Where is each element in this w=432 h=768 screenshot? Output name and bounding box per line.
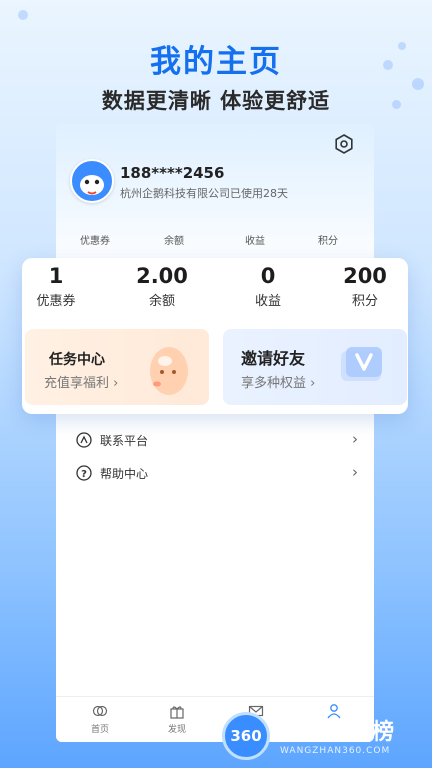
tab-label: 发现 [167, 725, 186, 735]
mini-stats-row: 优惠券 余额 收益 积分 [56, 232, 374, 248]
penguin-icon [73, 162, 111, 200]
gift-icon [170, 706, 184, 719]
card-subtitle: 充值享福利 › [44, 376, 119, 391]
settings-icon[interactable] [334, 134, 354, 154]
menu-item-contact[interactable]: 联系平台 › [76, 430, 358, 452]
home-icon [92, 705, 108, 717]
user-org: 杭州企鹅科技有限公司已使用28天 [120, 187, 288, 200]
watermark-text: 网站排行榜 [280, 720, 396, 745]
stat-coupons[interactable]: 1 优惠券 [18, 264, 94, 309]
stat-value: 2.00 [136, 264, 188, 288]
chevron-right-icon: › [352, 463, 358, 481]
stat-points[interactable]: 200 积分 [327, 264, 403, 309]
mini-stat-label: 优惠券 [80, 236, 110, 247]
stat-label: 余额 [148, 294, 175, 309]
watermark-url: WANGZHAN360.COM [280, 746, 391, 756]
mini-stat-label: 积分 [318, 236, 338, 247]
page-headline: 我的主页 [150, 44, 282, 80]
decor-dot [18, 10, 28, 20]
stat-value: 200 [343, 264, 387, 288]
tab-home[interactable]: 首页 [80, 703, 120, 735]
stat-label: 收益 [254, 294, 281, 309]
tab-label: 首页 [90, 725, 109, 735]
mini-stat-label: 收益 [245, 236, 265, 247]
card-subtitle: 享多种权益 › [241, 376, 316, 391]
invite-friends-card[interactable]: 邀请好友 享多种权益 › [223, 329, 407, 405]
user-phone: 188****2456 [120, 164, 225, 182]
watermark-badge: 360 [222, 712, 270, 760]
stats-overlay-card: 1 优惠券 2.00 余额 0 收益 200 积分 任务中心 充值享福利 › 邀… [22, 258, 408, 414]
task-center-card[interactable]: 任务中心 充值享福利 › [25, 329, 209, 405]
egg-mascot-icon [150, 347, 188, 395]
stat-value: 1 [48, 264, 64, 288]
tab-discover[interactable]: 发现 [157, 703, 197, 735]
mini-stat-label: 余额 [164, 236, 184, 247]
stat-label: 优惠券 [36, 294, 76, 309]
vip-badge-icon [341, 347, 382, 381]
menu-item-label: 联系平台 [100, 434, 149, 448]
contact-icon [76, 432, 92, 448]
stat-earnings[interactable]: 0 收益 [230, 264, 306, 309]
menu-item-label: 帮助中心 [100, 467, 149, 481]
chevron-right-icon: › [352, 430, 358, 448]
svg-text:?: ? [81, 469, 87, 480]
avatar[interactable] [70, 159, 114, 203]
card-title: 任务中心 [49, 352, 105, 368]
page-subheadline: 数据更清晰 体验更舒适 [101, 89, 331, 113]
stat-balance[interactable]: 2.00 余额 [124, 264, 200, 309]
card-title: 邀请好友 [241, 349, 306, 368]
stat-value: 0 [260, 264, 276, 288]
menu-item-help[interactable]: ? 帮助中心 › [76, 463, 358, 485]
watermark: 360 网站排行榜 WANGZHAN360.COM [222, 708, 432, 768]
stat-label: 积分 [351, 294, 378, 309]
help-icon: ? [76, 465, 92, 481]
phone-screen: 188****2456 杭州企鹅科技有限公司已使用28天 优惠券 余额 收益 积… [56, 124, 374, 742]
